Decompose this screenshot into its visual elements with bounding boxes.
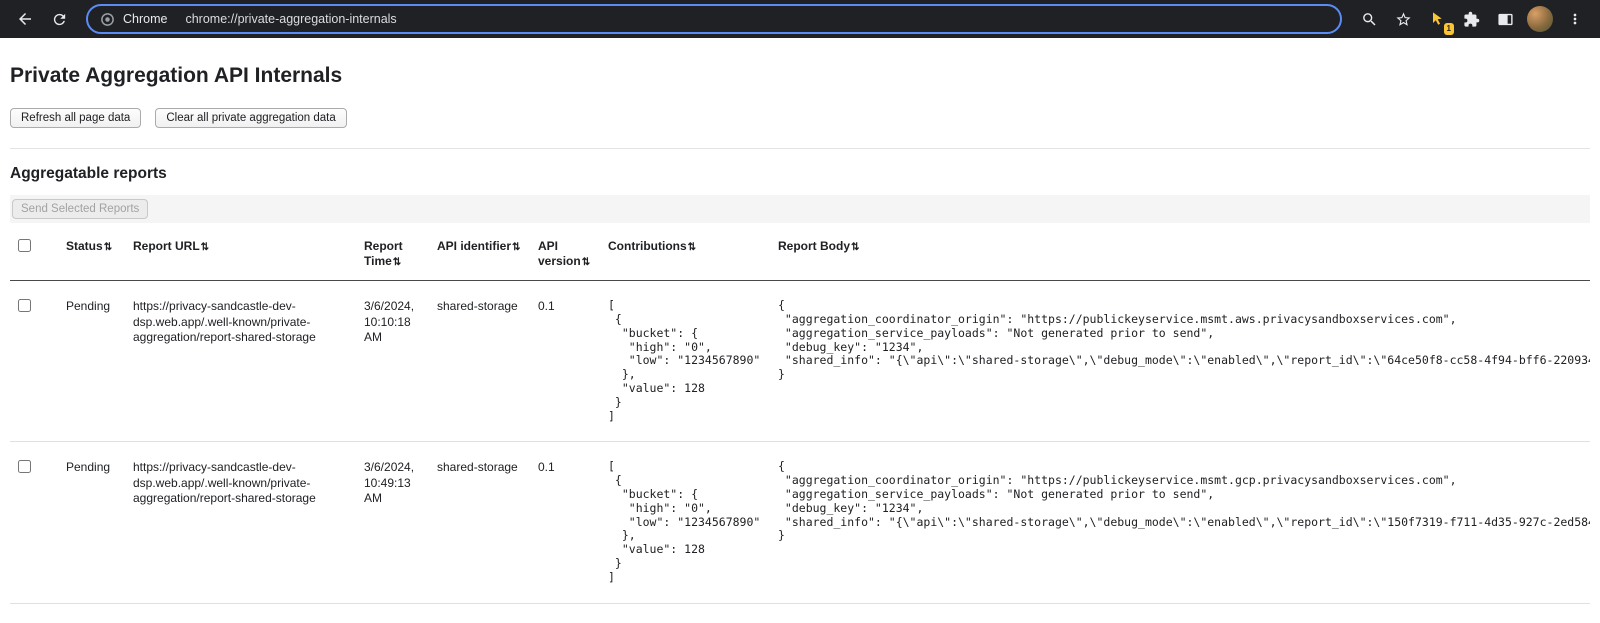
reload-icon xyxy=(51,11,68,28)
profile-avatar[interactable] xyxy=(1527,6,1553,32)
browser-menu-button[interactable] xyxy=(1560,4,1590,34)
api-identifier-cell: shared-storage xyxy=(429,281,530,442)
report-url-cell: https://privacy-sandcastle-dev-dsp.web.a… xyxy=(125,442,356,603)
header-api-version-label: API version xyxy=(538,239,581,268)
status-cell: Pending xyxy=(58,442,125,603)
sort-icon: ⇅ xyxy=(104,242,112,253)
contributions-cell: [ { "bucket": { "high": "0", "low": "123… xyxy=(600,442,770,603)
sort-icon: ⇅ xyxy=(851,242,859,253)
header-contributions-label: Contributions xyxy=(608,239,687,253)
contributions-json: [ { "bucket": { "high": "0", "low": "123… xyxy=(608,460,762,584)
row-select-cell xyxy=(10,281,58,442)
header-contributions[interactable]: Contributions⇅ xyxy=(600,231,770,281)
divider xyxy=(10,148,1590,149)
back-arrow-icon xyxy=(16,10,34,28)
contributions-cell: [ { "bucket": { "high": "0", "low": "123… xyxy=(600,281,770,442)
status-cell: Pending xyxy=(58,281,125,442)
omnibox-url-text: chrome://private-aggregation-internals xyxy=(185,12,396,26)
omnibox-chip-label: Chrome xyxy=(123,12,167,26)
header-api-identifier[interactable]: API identifier⇅ xyxy=(429,231,530,281)
select-all-cell xyxy=(10,231,58,281)
report-url-cell: https://privacy-sandcastle-dev-dsp.web.a… xyxy=(125,281,356,442)
report-row: Pending https://privacy-sandcastle-dev-d… xyxy=(10,281,1590,442)
sort-icon: ⇅ xyxy=(512,242,520,253)
api-version-cell: 0.1 xyxy=(530,281,600,442)
extension-badge: 1 xyxy=(1444,23,1454,35)
row-checkbox[interactable] xyxy=(18,460,31,473)
extension-icon xyxy=(1429,11,1445,27)
side-panel-icon xyxy=(1497,11,1514,28)
extensions-puzzle-icon xyxy=(1463,11,1480,28)
header-report-body[interactable]: Report Body⇅ xyxy=(770,231,1590,281)
table-header-row: Status⇅ Report URL⇅ Report Time⇅ API ide… xyxy=(10,231,1590,281)
report-body-cell: { "aggregation_coordinator_origin": "htt… xyxy=(770,281,1590,442)
bookmark-star-icon xyxy=(1395,11,1412,28)
api-identifier-cell: shared-storage xyxy=(429,442,530,603)
aggregatable-reports-table: Status⇅ Report URL⇅ Report Time⇅ API ide… xyxy=(10,231,1590,604)
extensions-menu-button[interactable] xyxy=(1456,4,1486,34)
sort-icon: ⇅ xyxy=(393,257,401,268)
report-time-cell: 3/6/2024, 10:49:13 AM xyxy=(356,442,429,603)
header-report-body-label: Report Body xyxy=(778,239,850,253)
row-select-cell xyxy=(10,442,58,603)
report-body-json: { "aggregation_coordinator_origin": "htt… xyxy=(778,299,1582,382)
header-api-version[interactable]: API version⇅ xyxy=(530,231,600,281)
header-report-time[interactable]: Report Time⇅ xyxy=(356,231,429,281)
report-body-json: { "aggregation_coordinator_origin": "htt… xyxy=(778,460,1582,543)
back-button[interactable] xyxy=(10,4,40,34)
reload-button[interactable] xyxy=(44,4,74,34)
sort-icon: ⇅ xyxy=(688,242,696,253)
header-status-label: Status xyxy=(66,239,103,253)
extension-action-button[interactable]: 1 xyxy=(1422,4,1452,34)
page-title: Private Aggregation API Internals xyxy=(10,38,1590,88)
header-report-url[interactable]: Report URL⇅ xyxy=(125,231,356,281)
report-time-cell: 3/6/2024, 10:10:18 AM xyxy=(356,281,429,442)
search-button[interactable] xyxy=(1354,4,1384,34)
report-row: Pending https://privacy-sandcastle-dev-d… xyxy=(10,442,1590,603)
contributions-json: [ { "bucket": { "high": "0", "low": "123… xyxy=(608,299,762,423)
header-report-url-label: Report URL xyxy=(133,239,200,253)
table-controls-bar: Send Selected Reports xyxy=(10,195,1590,223)
search-icon xyxy=(1361,11,1378,28)
chrome-logo-icon xyxy=(100,12,115,27)
report-body-cell: { "aggregation_coordinator_origin": "htt… xyxy=(770,442,1590,603)
page-actions: Refresh all page data Clear all private … xyxy=(10,108,1590,128)
kebab-menu-icon xyxy=(1567,11,1583,27)
refresh-all-button[interactable]: Refresh all page data xyxy=(10,108,141,128)
side-panel-button[interactable] xyxy=(1490,4,1520,34)
address-bar[interactable]: Chrome chrome://private-aggregation-inte… xyxy=(86,4,1342,34)
clear-all-button[interactable]: Clear all private aggregation data xyxy=(155,108,346,128)
sort-icon: ⇅ xyxy=(201,242,209,253)
bookmark-button[interactable] xyxy=(1388,4,1418,34)
sort-icon: ⇅ xyxy=(582,257,590,268)
api-version-cell: 0.1 xyxy=(530,442,600,603)
select-all-checkbox[interactable] xyxy=(18,239,31,252)
header-api-identifier-label: API identifier xyxy=(437,239,511,253)
header-status[interactable]: Status⇅ xyxy=(58,231,125,281)
send-selected-reports-button[interactable]: Send Selected Reports xyxy=(12,199,148,219)
browser-toolbar: Chrome chrome://private-aggregation-inte… xyxy=(0,0,1600,38)
section-title: Aggregatable reports xyxy=(10,165,1590,183)
row-checkbox[interactable] xyxy=(18,299,31,312)
page-content: Private Aggregation API Internals Refres… xyxy=(0,38,1600,623)
